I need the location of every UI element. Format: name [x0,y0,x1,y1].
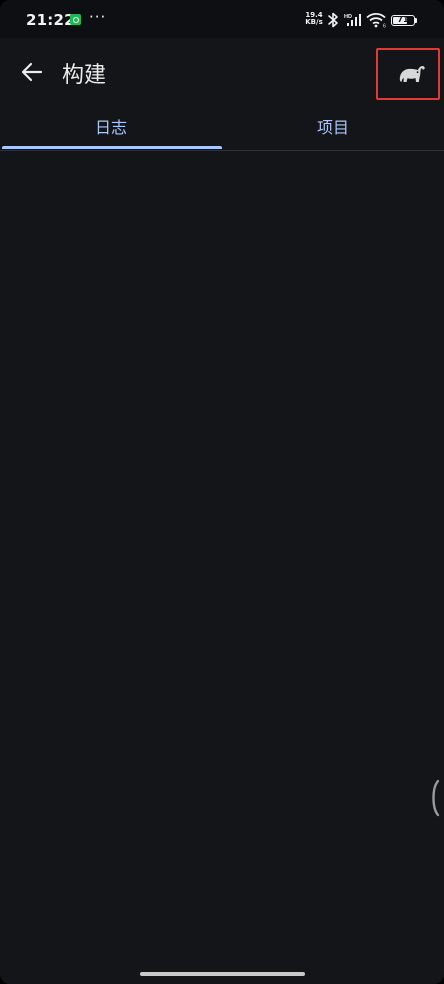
gradle-button[interactable] [376,48,440,100]
cell-signal-icon: HD [344,14,361,26]
status-time: 21:22 [26,11,75,29]
tab-indicator [2,146,222,149]
network-speed-unit: KB/s [305,18,323,26]
more-notifications-icon: ··· [89,8,107,26]
app-toolbar: 构建 [0,38,444,106]
arrow-left-icon [21,62,43,82]
status-bar: 21:22 ··· 19.4 KB/s HD 6 71 [0,0,444,38]
bluetooth-icon [328,12,338,28]
home-indicator[interactable] [140,972,305,976]
tab-bar: 日志 项目 [0,106,444,151]
notification-app-icon [70,14,81,25]
battery-tip [415,18,417,23]
gradle-elephant-icon [399,65,425,82]
page-title: 构建 [62,63,107,88]
screen: 21:22 ··· 19.4 KB/s HD 6 71 构建 日志 项目 [0,0,444,984]
tab-project[interactable]: 项目 [222,106,444,150]
network-speed: 19.4 KB/s [304,12,324,26]
svg-text:6: 6 [383,24,386,29]
battery-icon: 71 [391,15,415,26]
log-content-area[interactable] [0,151,444,951]
svg-text:HD: HD [344,14,352,20]
tab-log[interactable]: 日志 [0,106,222,150]
battery-level: 71 [397,15,409,24]
side-edge-handle[interactable] [430,778,440,818]
wifi-icon: 6 [366,13,386,29]
back-button[interactable] [10,50,54,94]
